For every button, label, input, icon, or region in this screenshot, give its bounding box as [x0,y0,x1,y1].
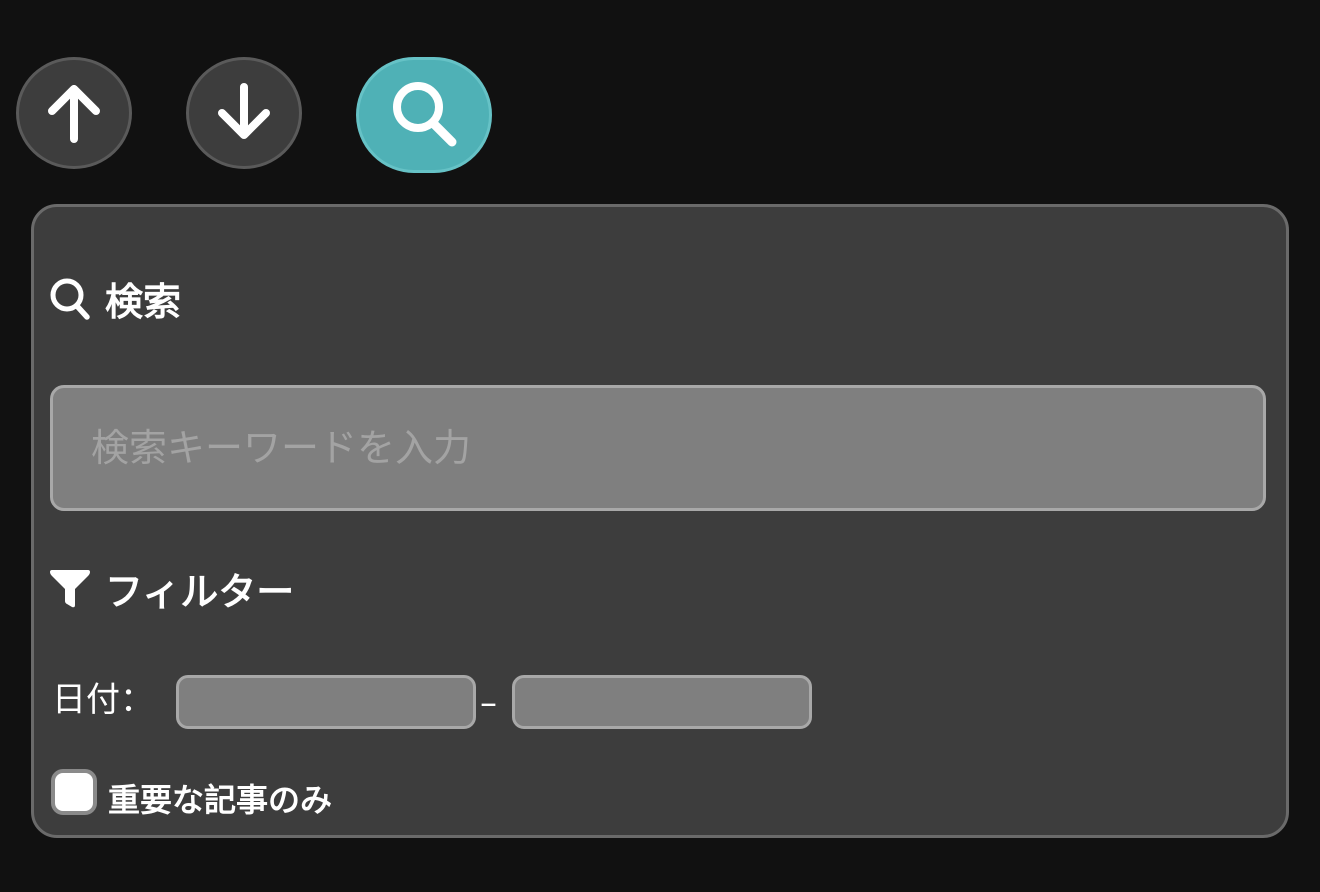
arrow-down-icon [214,81,274,145]
toolbar [0,0,1320,180]
search-input[interactable] [50,385,1266,511]
search-icon [49,277,91,321]
search-section-label: 検索 [105,280,182,324]
search-section-title: 検索 [49,271,181,326]
filter-icon [49,569,91,609]
date-to-input[interactable] [512,675,812,729]
filter-section-title: フィルター [49,561,294,616]
search-icon [386,77,462,153]
date-label: 日付： [52,680,154,720]
date-range-separator: – [480,683,497,723]
scroll-down-button[interactable] [186,57,302,169]
arrow-up-icon [44,81,104,145]
filter-section-label: フィルター [105,570,295,614]
search-filter-panel: 検索 フィルター 日付： – 重要な記事のみ [31,204,1289,838]
important-only-label[interactable]: 重要な記事のみ [108,775,332,821]
date-from-input[interactable] [176,675,476,729]
search-toggle-button[interactable] [356,57,492,173]
scroll-up-button[interactable] [16,57,132,169]
important-only-checkbox[interactable] [51,769,97,815]
